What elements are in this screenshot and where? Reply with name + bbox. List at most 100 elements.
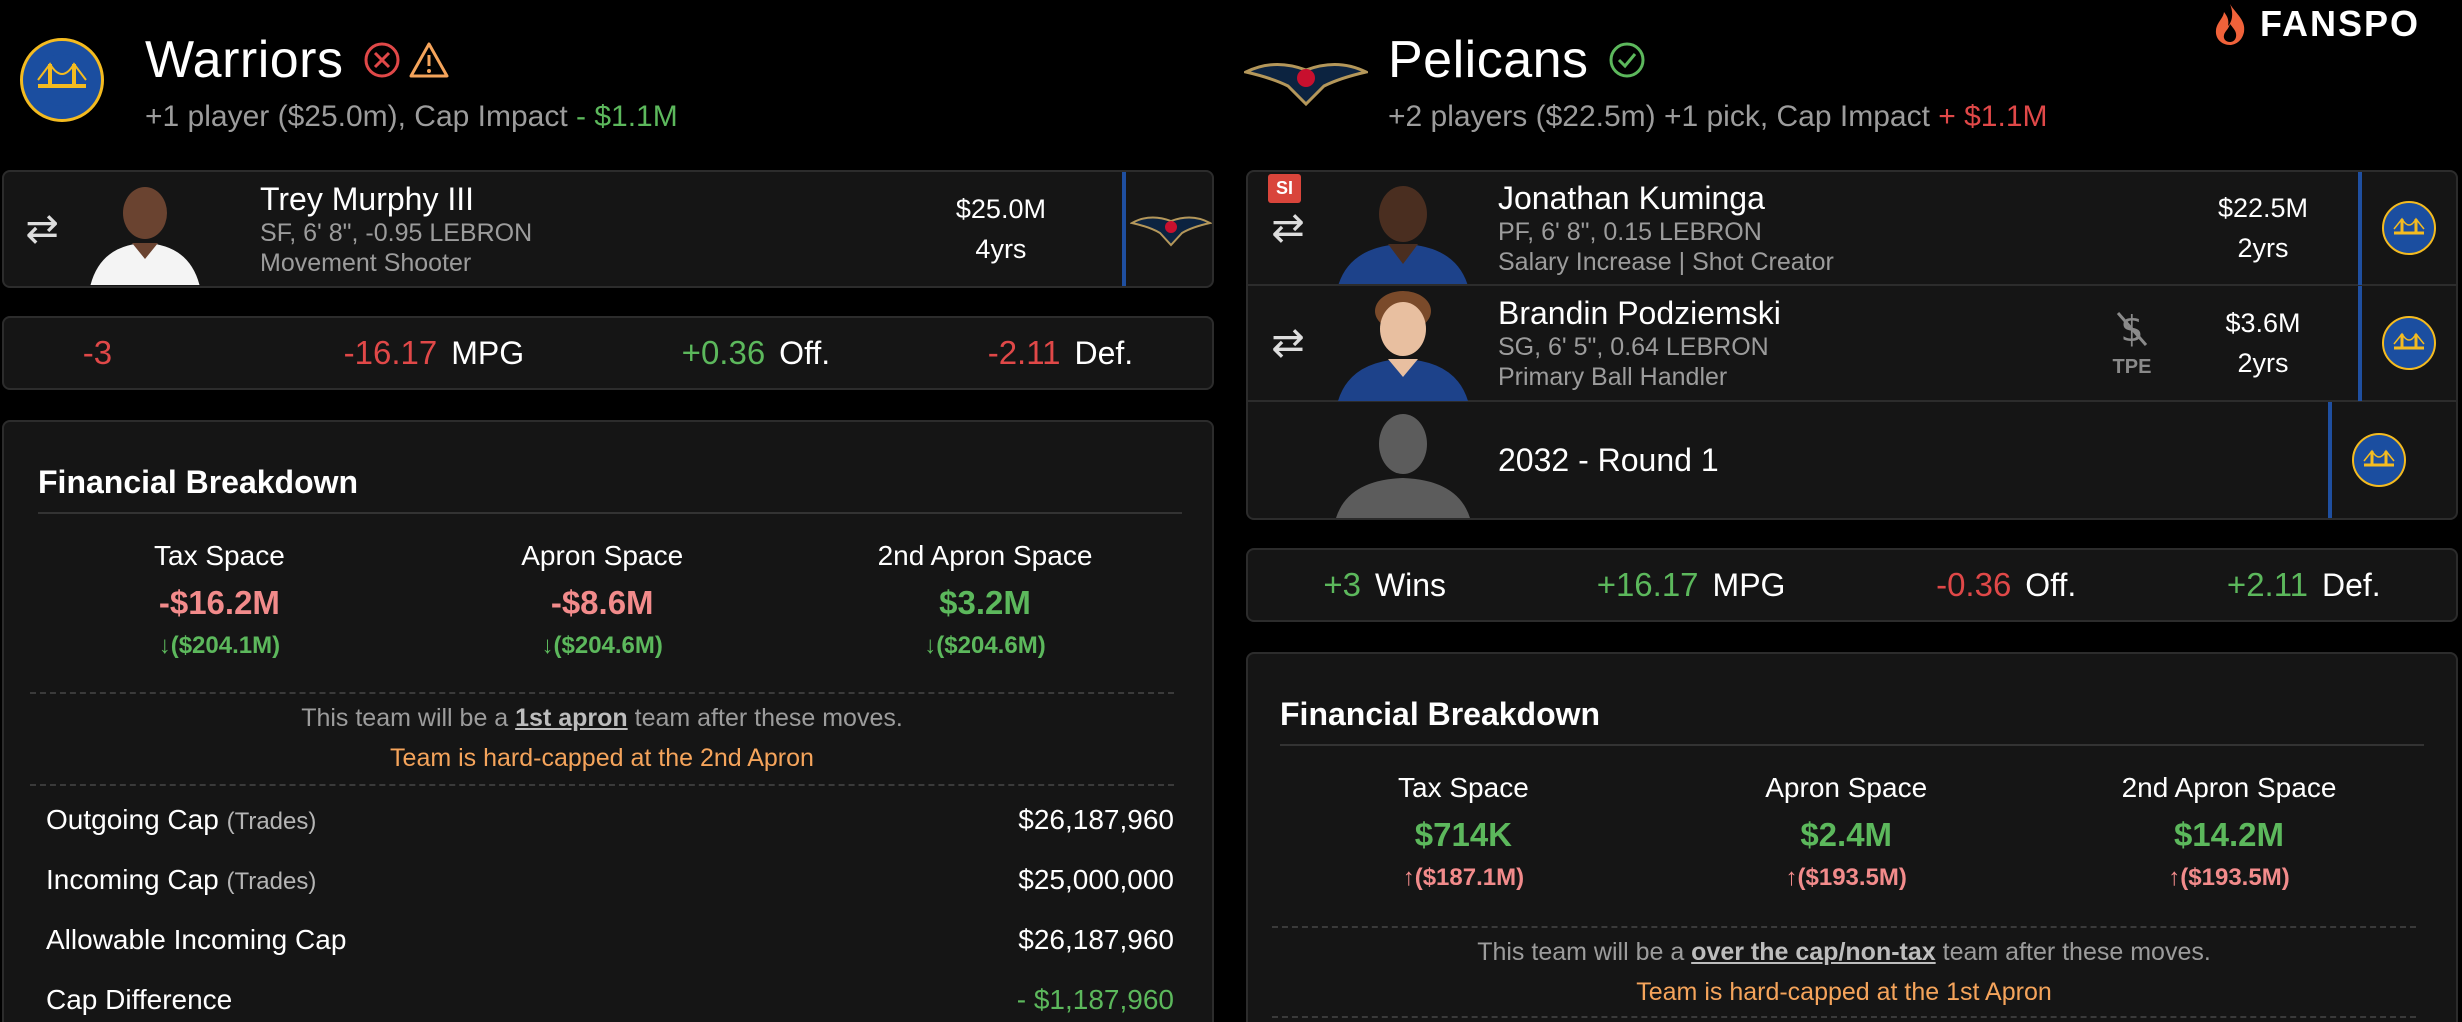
tpe-indicator: $ TPE: [2094, 307, 2170, 379]
draft-pick-row[interactable]: 2032 - Round 1: [1248, 402, 2456, 518]
player-row[interactable]: SI ⇄ Jonathan Kuminga PF, 6' 8", 0.15 LE…: [1248, 172, 2456, 286]
warriors-badge-icon: [2382, 316, 2436, 370]
hardcap-note: Team is hard-capped at the 2nd Apron: [390, 744, 814, 772]
player-role: Primary Ball Handler: [1498, 362, 1728, 391]
fanspo-logo[interactable]: FANSPO: [2210, 2, 2420, 46]
right-team-subtitle: +2 players ($22.5m) +1 pick, Cap Impact …: [1388, 100, 2048, 133]
dashed-divider: [1272, 926, 2416, 928]
mpg-stat: -16.17 MPG: [343, 334, 525, 371]
apron-space: Apron Space $2.4M ↑($193.5M): [1765, 772, 1928, 891]
team-status-note: This team will be a over the cap/non-tax…: [1477, 938, 2211, 966]
flame-icon: [2210, 2, 2250, 46]
right-cap-impact: + $1.1M: [1938, 100, 2048, 133]
arrow-down-icon: ↓: [158, 632, 171, 659]
team-divider: [2328, 402, 2332, 518]
warriors-badge-icon: [2352, 433, 2406, 487]
team-divider: [2358, 285, 2362, 401]
warriors-logo: [20, 38, 104, 122]
wins-stat: -3: [82, 334, 113, 371]
salary-increase-badge: SI: [1268, 174, 1302, 203]
left-team-subtitle: +1 player ($25.0m), Cap Impact - $1.1M: [145, 100, 678, 133]
second-apron-space: 2nd Apron Space $3.2M ↓($204.6M): [877, 540, 1093, 659]
arrow-up-icon: ↑: [1402, 864, 1415, 891]
check-circle-icon: [1607, 40, 1647, 80]
dashed-divider: [30, 784, 1174, 786]
left-financial-breakdown: Financial Breakdown Tax Space -$16.2M ↓(…: [2, 420, 1214, 1022]
space-columns: Tax Space $714K ↑($187.1M) Apron Space $…: [1272, 772, 2432, 892]
arrow-down-icon: ↓: [541, 632, 554, 659]
dashed-divider: [1272, 1016, 2416, 1018]
title-divider: [1280, 744, 2424, 746]
player-detail: SF, 6' 8", -0.95 LEBRON: [260, 218, 533, 247]
player-headshot: [1328, 172, 1478, 284]
offense-stat: -0.36 Off.: [1936, 566, 2077, 603]
team-divider: [1122, 172, 1126, 286]
player-name[interactable]: Trey Murphy III: [260, 181, 870, 218]
team-divider: [2358, 172, 2362, 285]
title-divider: [38, 512, 1182, 514]
player-years: 2yrs: [2237, 233, 2289, 263]
error-circle-icon: [362, 40, 402, 80]
player-role: Movement Shooter: [260, 248, 472, 277]
second-apron-space: 2nd Apron Space $14.2M ↑($193.5M): [2121, 772, 2337, 891]
wins-stat: +3 Wins: [1323, 566, 1447, 603]
defense-stat: +2.11 Def.: [2226, 566, 2381, 603]
cap-table: Outgoing Cap (Trades) $26,187,960 Incomi…: [46, 790, 1174, 1022]
player-years: 4yrs: [975, 234, 1027, 264]
left-stats-bar: -3 -16.17 MPG +0.36 Off. -2.11 Def.: [2, 316, 1214, 390]
cap-row: Cap Difference - $1,187,960: [46, 984, 1174, 1015]
pelicans-logo: [1241, 52, 1371, 113]
player-detail: PF, 6' 8", 0.15 LEBRON: [1498, 217, 1762, 246]
arrow-up-icon: ↑: [2168, 864, 2181, 891]
apron-space: Apron Space -$8.6M ↓($204.6M): [521, 540, 684, 659]
player-salary: $22.5M: [2217, 193, 2309, 223]
cap-status-link[interactable]: over the cap/non-tax: [1691, 938, 1936, 966]
pick-label: 2032 - Round 1: [1498, 441, 1719, 478]
swap-arrows-icon[interactable]: ⇄: [1248, 320, 1328, 366]
silhouette-icon: [1328, 402, 1478, 518]
financial-title: Financial Breakdown: [38, 464, 359, 500]
swap-arrows-icon[interactable]: ⇄: [4, 206, 80, 252]
left-player-card[interactable]: ⇄ Trey Murphy III SF, 6' 8", -0.95 LEBRO…: [2, 170, 1214, 288]
defense-stat: -2.11 Def.: [987, 334, 1134, 371]
arrow-down-icon: ↓: [924, 632, 937, 659]
cap-row: Incoming Cap (Trades) $25,000,000: [46, 864, 1174, 895]
right-stats-bar: +3 Wins +16.17 MPG -0.36 Off. +2.11 Def.: [1246, 548, 2458, 622]
arrow-up-icon: ↑: [1785, 864, 1798, 891]
player-years: 2yrs: [2237, 348, 2289, 378]
player-row[interactable]: ⇄ Brandin Podziemski SG, 6' 5", 0.64 LEB…: [1248, 285, 2456, 402]
player-salary: $3.6M: [2225, 308, 2301, 338]
bridge-icon: [36, 54, 88, 106]
warriors-badge-icon: [2382, 201, 2436, 255]
tax-space: Tax Space $714K ↑($187.1M): [1398, 772, 1529, 891]
swap-arrows-icon[interactable]: ⇄: [1248, 205, 1328, 251]
player-name[interactable]: Brandin Podziemski: [1498, 295, 2198, 332]
player-row[interactable]: ⇄ Trey Murphy III SF, 6' 8", -0.95 LEBRO…: [4, 172, 1212, 286]
cap-row: Allowable Incoming Cap $26,187,960: [46, 924, 1174, 955]
space-columns: Tax Space -$16.2M ↓($204.1M) Apron Space…: [28, 540, 1188, 660]
left-cap-impact: - $1.1M: [576, 100, 678, 133]
left-team-name: Warriors: [145, 30, 450, 90]
mpg-stat: +16.17 MPG: [1596, 566, 1786, 603]
pelicans-badge-icon: [1130, 205, 1212, 253]
cap-row: Outgoing Cap (Trades) $26,187,960: [46, 804, 1174, 835]
offense-stat: +0.36 Off.: [681, 334, 831, 371]
right-player-card[interactable]: SI ⇄ Jonathan Kuminga PF, 6' 8", 0.15 LE…: [1246, 170, 2458, 520]
tax-space: Tax Space -$16.2M ↓($204.1M): [154, 540, 285, 659]
team-status-note: This team will be a 1st apron team after…: [301, 704, 903, 732]
player-salary: $25.0M: [955, 194, 1046, 224]
player-role: Salary Increase | Shot Creator: [1498, 247, 1834, 276]
apron-status-link[interactable]: 1st apron: [515, 704, 628, 732]
player-headshot: [80, 173, 204, 285]
player-headshot: [1328, 285, 1478, 401]
warning-icon: [408, 40, 450, 80]
right-financial-breakdown: Financial Breakdown Tax Space $714K ↑($1…: [1246, 652, 2458, 1022]
brand-name: FANSPO: [2260, 3, 2421, 44]
player-name[interactable]: Jonathan Kuminga: [1498, 180, 2198, 217]
hardcap-note: Team is hard-capped at the 1st Apron: [1636, 978, 2052, 1006]
player-detail: SG, 6' 5", 0.64 LEBRON: [1498, 332, 1769, 361]
dashed-divider: [30, 692, 1174, 694]
financial-title: Financial Breakdown: [1280, 696, 1601, 732]
no-money-icon: $: [2094, 307, 2170, 356]
right-team-name: Pelicans: [1388, 30, 1647, 90]
